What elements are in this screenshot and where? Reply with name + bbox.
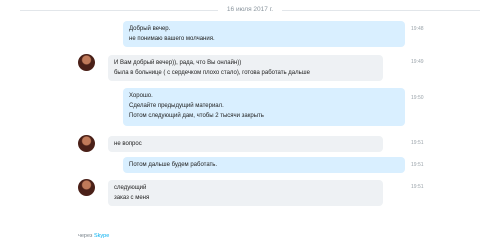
message-bubble-outgoing[interactable]: Хорошо. Сделайте предыдущий материал. По… bbox=[123, 88, 405, 126]
message-bubble-outgoing[interactable]: Потом дальше будем работать. bbox=[123, 157, 405, 173]
avatar[interactable] bbox=[78, 179, 95, 196]
message-line: Хорошо. bbox=[129, 93, 153, 99]
message-bubble-incoming[interactable]: следующий заказ с меня bbox=[108, 180, 383, 206]
message-time: 19:51 bbox=[411, 140, 424, 146]
message-line: следующий bbox=[114, 185, 147, 191]
divider-line-right bbox=[282, 10, 480, 11]
divider-line-left bbox=[20, 10, 218, 11]
date-divider: 16 июля 2017 г. bbox=[0, 4, 500, 16]
skype-link[interactable]: Skype bbox=[94, 233, 109, 239]
date-label: 16 июля 2017 г. bbox=[226, 6, 274, 13]
message-line: заказ с меня bbox=[114, 195, 150, 201]
message-time: 19:50 bbox=[411, 95, 424, 101]
message-line: Сделайте предыдущий материал. bbox=[129, 103, 224, 109]
message-time: 19:48 bbox=[411, 26, 424, 32]
message-line: не понимаю вашего молчания. bbox=[129, 36, 215, 42]
message-bubble-incoming[interactable]: не вопрос bbox=[108, 136, 383, 152]
message-time: 19:51 bbox=[411, 184, 424, 190]
message-time: 19:49 bbox=[411, 59, 424, 65]
message-line: Потом дальше будем работать. bbox=[129, 162, 218, 168]
avatar[interactable] bbox=[78, 135, 95, 152]
message-line: была в больнице ( с сердечком плохо стал… bbox=[114, 70, 310, 76]
footer-source: через Skype bbox=[78, 233, 109, 239]
message-line: не вопрос bbox=[114, 141, 142, 147]
message-line: И Вам добрый вечер)), рада, что Вы онлай… bbox=[114, 60, 242, 66]
message-time: 19:51 bbox=[411, 162, 424, 168]
message-line: Добрый вечер. bbox=[129, 26, 171, 32]
message-bubble-outgoing[interactable]: Добрый вечер. не понимаю вашего молчания… bbox=[123, 21, 405, 47]
avatar[interactable] bbox=[78, 54, 95, 71]
message-bubble-incoming[interactable]: И Вам добрый вечер)), рада, что Вы онлай… bbox=[108, 55, 383, 81]
message-line: Потом следующий дам, чтобы 2 тысячи закр… bbox=[129, 113, 264, 119]
footer-prefix: через bbox=[78, 233, 93, 239]
